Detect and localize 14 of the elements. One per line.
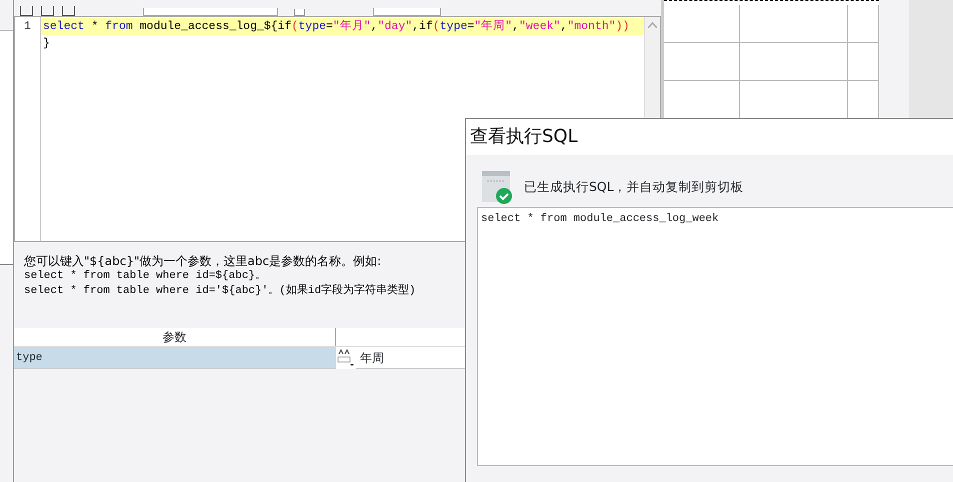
code-line: }	[42, 36, 51, 52]
example-text: select * from table where id=${abc}。	[24, 269, 268, 284]
dialog-title: 查看执行SQL	[466, 119, 953, 155]
hint-text: 您可以键入"${abc}"做为一个参数，这里abc是参数的名称。例如:	[24, 254, 382, 269]
dropdown-field[interactable]	[143, 8, 278, 16]
example-text: select * from table where id='${abc}'。(如果id字段为字符串类型)	[24, 284, 417, 299]
checkbox[interactable]	[294, 9, 305, 16]
line-number: 1	[23, 19, 32, 35]
success-icon	[482, 171, 512, 204]
status-message: 已生成执行SQL，并自动复制到剪切板	[524, 178, 744, 196]
text-type-icon[interactable]	[336, 347, 356, 369]
column-header[interactable]: 参数	[14, 328, 336, 346]
sql-text-area[interactable]: select * from module_access_log_week	[477, 207, 953, 466]
parameter-name[interactable]: type	[14, 347, 336, 368]
